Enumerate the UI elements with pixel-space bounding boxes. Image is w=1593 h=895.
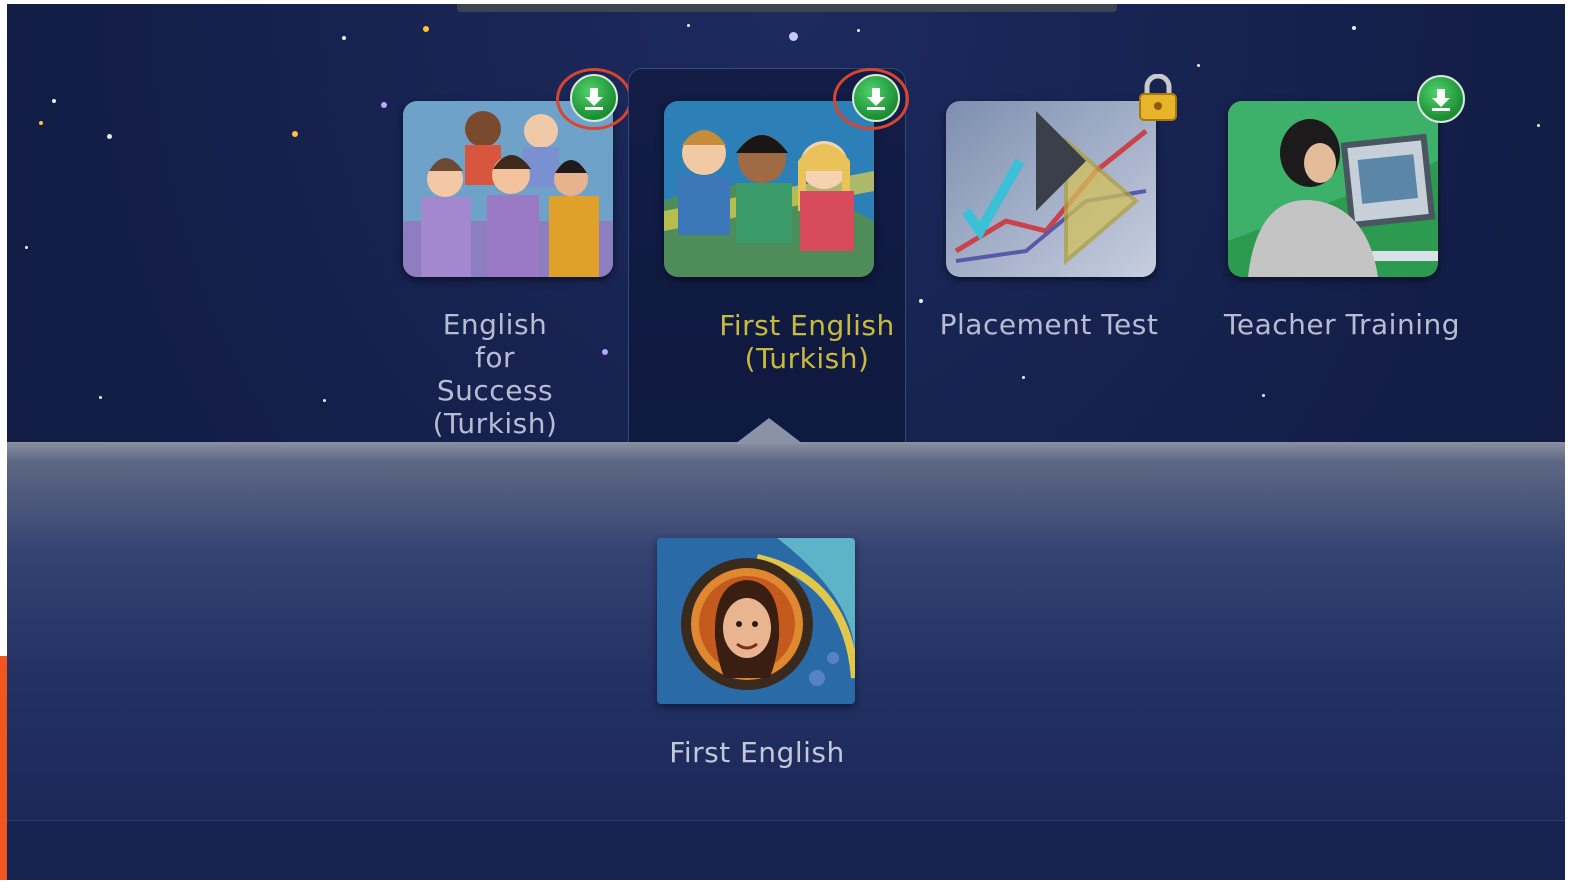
sub-course-first-english[interactable]: First English (657, 538, 857, 769)
sub-course-thumbnail[interactable] (657, 538, 855, 704)
top-drag-handle[interactable] (457, 4, 1117, 12)
selection-pointer (735, 418, 803, 444)
side-accent-tab (0, 656, 7, 880)
course-browser: English for Success (Turkish) First Engl… (7, 4, 1565, 880)
shelf-footer (7, 820, 1565, 880)
course-thumbnail[interactable] (946, 101, 1156, 277)
course-thumbnail[interactable] (1228, 101, 1438, 277)
sub-course-title[interactable]: First English (617, 736, 897, 769)
lock-icon (1137, 73, 1179, 126)
course-title[interactable]: English for Success (Turkish) (349, 308, 625, 440)
download-icon[interactable] (852, 74, 900, 122)
course-title[interactable]: Teacher Training (1204, 308, 1480, 341)
course-card-teacher-training[interactable]: Teacher Training (1194, 68, 1470, 442)
course-thumbnail[interactable] (664, 101, 874, 277)
download-icon[interactable] (570, 74, 618, 122)
course-title[interactable]: Placement Test (911, 308, 1187, 341)
download-icon[interactable] (1417, 75, 1465, 123)
